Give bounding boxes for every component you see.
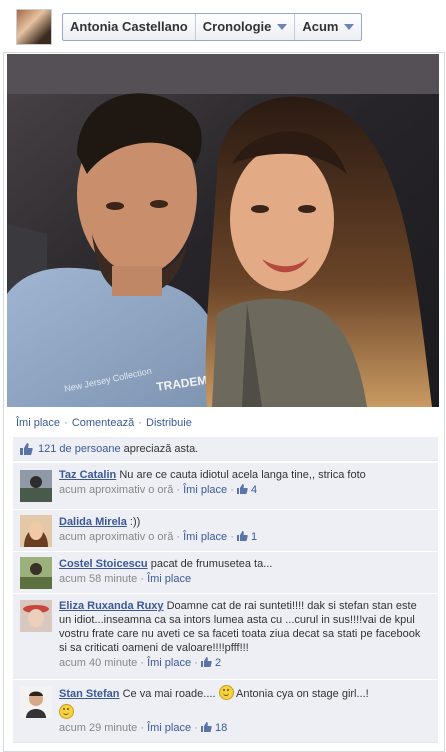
likes-suffix: apreciază asta. [123, 442, 199, 455]
thumbs-up-icon [200, 722, 212, 732]
comment-body: Eliza Ruxanda Ruxy Doamne cat de rai sun… [59, 599, 429, 670]
comment-body: Costel Stoicescu pacat de frumusetea ta.… [59, 557, 429, 586]
comment-time[interactable]: acum 29 minute [59, 722, 137, 734]
comment-time[interactable]: acum aproximativ o oră [59, 484, 173, 496]
like-link[interactable]: Îmi place [16, 417, 60, 429]
avatar[interactable] [20, 686, 52, 718]
separator: · [230, 484, 234, 496]
comment-meta: acum aproximativ o oră · Îmi place · 1 [59, 530, 429, 544]
comment-link[interactable]: Comentează [72, 417, 134, 429]
comment-like-link[interactable]: Îmi place [183, 484, 227, 496]
comment-item: Taz Catalin Nu are ce cauta idiotul acel… [13, 462, 438, 509]
separator: · [176, 484, 181, 496]
thumbs-up-icon [200, 657, 212, 667]
comment-like-count[interactable]: 2 [215, 657, 221, 669]
likers-link[interactable]: 121 de persoane [38, 443, 121, 455]
separator: · [64, 417, 68, 429]
separator: · [194, 722, 198, 734]
thumbs-up-icon [236, 484, 248, 494]
comment-body: Taz Catalin Nu are ce cauta idiotul acel… [59, 468, 429, 497]
timeline-dropdown[interactable]: Cronologie [196, 14, 296, 40]
thumbs-up-icon [236, 531, 248, 541]
comment-meta: acum 40 minute · Îmi place · 2 [59, 656, 429, 670]
timeline-header: Antonia Castellano Cronologie Acum [0, 0, 446, 52]
post-photo[interactable]: TRADEMARK New Jersey Collection [7, 54, 439, 407]
comment-text-end: Antonia cya on stage girl...! [236, 688, 369, 700]
comment-meta: acum 29 minute · Îmi place · 18 [59, 721, 429, 735]
separator: · [194, 657, 198, 669]
comment-like-link[interactable]: Îmi place [147, 722, 191, 734]
comment-body: Dalida Mirela :)) acum aproximativ o oră… [59, 515, 429, 544]
chevron-down-icon [277, 24, 288, 30]
comment-author[interactable]: Eliza Ruxanda Ruxy [59, 600, 164, 612]
comment-text: pacat de frumusetea ta... [150, 558, 273, 570]
avatar[interactable] [20, 515, 52, 547]
separator: · [230, 531, 234, 543]
comment-time[interactable]: acum 40 minute [59, 657, 137, 669]
comment-text: Nu are ce cauta idiotul acela langa tine… [119, 469, 366, 481]
avatar[interactable] [20, 600, 52, 632]
comment-like-link[interactable]: Îmi place [183, 531, 227, 543]
comment-like-link[interactable]: Îmi place [147, 573, 191, 585]
comment-author[interactable]: Costel Stoicescu [59, 558, 148, 570]
share-link[interactable]: Distribuie [146, 417, 192, 429]
separator: · [176, 531, 181, 543]
breadcrumb: Antonia Castellano Cronologie Acum [62, 13, 363, 41]
comment-time[interactable]: acum 58 minute [59, 573, 137, 585]
post-actions: Îmi place · Comentează · Distribuie [16, 417, 192, 429]
comment-text: :)) [129, 516, 141, 528]
likes-summary: 121 de persoane apreciază asta. [13, 437, 438, 461]
now-label: Acum [302, 19, 339, 34]
smiley-icon [218, 685, 234, 700]
comment-text-start: Ce va mai roade.... [122, 688, 216, 700]
avatar[interactable] [20, 557, 52, 589]
comment-author[interactable]: Dalida Mirela [59, 516, 127, 528]
comment-meta: acum 58 minute · Îmi place [59, 572, 429, 586]
comment-item: Dalida Mirela :)) acum aproximativ o oră… [13, 509, 438, 551]
comment-item: Stan Stefan Ce va mai roade.... Antonia … [13, 679, 438, 743]
photo-post: TRADEMARK New Jersey Collection Îmi plac… [3, 52, 445, 752]
smiley-icon [59, 704, 74, 719]
separator: · [138, 417, 142, 429]
avatar[interactable] [20, 470, 52, 502]
comment-time[interactable]: acum aproximativ o oră [59, 531, 173, 543]
comment-like-count[interactable]: 1 [251, 531, 257, 543]
profile-name-label: Antonia Castellano [70, 19, 188, 34]
comment-author[interactable]: Taz Catalin [59, 469, 116, 481]
comment-item: Costel Stoicescu pacat de frumusetea ta.… [13, 551, 438, 593]
comment-body: Stan Stefan Ce va mai roade.... Antonia … [59, 685, 429, 735]
thumbs-up-icon [20, 442, 33, 455]
comment-like-link[interactable]: Îmi place [147, 657, 191, 669]
separator: · [140, 573, 144, 585]
now-dropdown[interactable]: Acum [295, 14, 361, 40]
comment-like-count[interactable]: 4 [251, 484, 257, 496]
profile-name-button[interactable]: Antonia Castellano [63, 14, 196, 40]
separator: · [140, 722, 144, 734]
separator: · [140, 657, 144, 669]
comment-author[interactable]: Stan Stefan [59, 688, 120, 700]
comment-meta: acum aproximativ o oră · Îmi place · 4 [59, 483, 429, 497]
comment-item: Eliza Ruxanda Ruxy Doamne cat de rai sun… [13, 593, 438, 679]
profile-avatar[interactable] [16, 9, 52, 45]
chevron-down-icon [344, 24, 355, 30]
comment-like-count[interactable]: 18 [215, 722, 227, 734]
timeline-label: Cronologie [202, 19, 272, 34]
